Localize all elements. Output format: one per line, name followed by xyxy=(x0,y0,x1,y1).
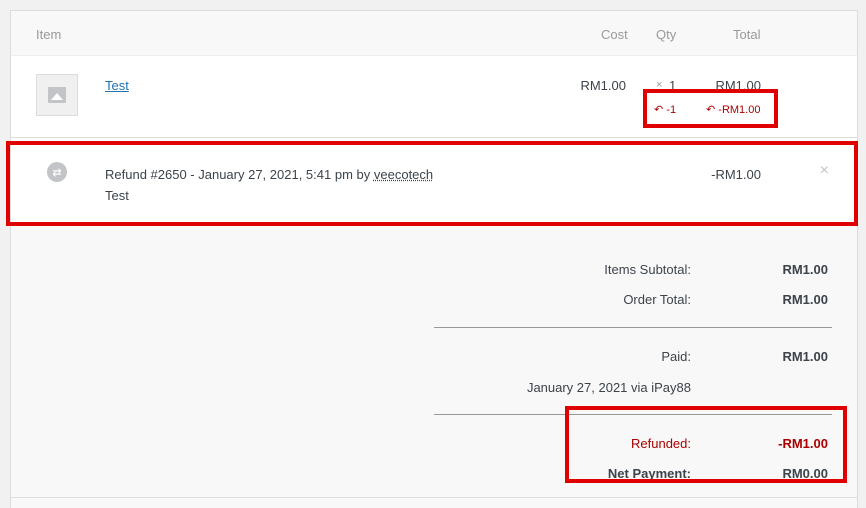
undo-arrow-icon: ↶ xyxy=(654,104,664,116)
order-totals: Items Subtotal: RM1.00 Order Total: RM1.… xyxy=(11,223,857,497)
refund-amount: -RM1.00 xyxy=(711,167,761,182)
items-table-header: Item Cost Qty Total xyxy=(11,11,857,56)
refunded-value: -RM1.00 xyxy=(778,436,828,451)
refund-title-prefix: Refund #2650 - January 27, 2021, 5:41 pm… xyxy=(105,167,371,182)
refunded-qty: ↶ -1 xyxy=(654,103,676,116)
panel-bottom-divider xyxy=(11,497,857,498)
refund-author: veecotech xyxy=(373,167,434,182)
image-placeholder-icon xyxy=(36,74,78,116)
qty-multiply-symbol: × xyxy=(656,79,663,91)
refund-icon: ⇄ xyxy=(47,162,67,182)
paid-note: January 27, 2021 via iPay88 xyxy=(526,380,691,395)
undo-arrow-icon: ↶ xyxy=(706,104,716,116)
items-subtotal-value: RM1.00 xyxy=(782,262,828,277)
paid-value: RM1.00 xyxy=(782,349,828,364)
line-item-row: Test RM1.00 × 1 RM1.00 ↶ -1 ↶ -RM1.00 xyxy=(11,56,857,138)
refunded-qty-value: -1 xyxy=(666,104,677,116)
totals-divider xyxy=(434,327,832,328)
refunded-label: Refunded: xyxy=(631,436,691,451)
delete-refund-icon[interactable]: × xyxy=(820,162,829,180)
refunded-total: ↶ -RM1.00 xyxy=(706,103,760,116)
net-payment-value: RM0.00 xyxy=(782,466,828,481)
order-total-label: Order Total: xyxy=(623,292,691,307)
items-subtotal-label: Items Subtotal: xyxy=(604,262,691,277)
item-total: RM1.00 xyxy=(715,78,761,93)
order-items-panel: Item Cost Qty Total Test RM1.00 × 1 RM1.… xyxy=(10,10,858,508)
refund-row: ⇄ Refund #2650 - January 27, 2021, 5:41 … xyxy=(11,138,857,223)
refund-title: Refund #2650 - January 27, 2021, 5:41 pm… xyxy=(105,167,433,182)
order-total-value: RM1.00 xyxy=(782,292,828,307)
header-item: Item xyxy=(36,27,62,42)
paid-label: Paid: xyxy=(661,349,691,364)
refunded-total-value: -RM1.00 xyxy=(718,104,761,116)
header-total: Total xyxy=(733,27,761,42)
item-qty: 1 xyxy=(669,78,677,93)
item-cost: RM1.00 xyxy=(580,78,626,93)
header-cost: Cost xyxy=(601,27,628,42)
refund-note: Test xyxy=(105,188,129,203)
net-payment-label: Net Payment: xyxy=(607,466,691,481)
header-qty: Qty xyxy=(656,27,677,42)
item-name-link[interactable]: Test xyxy=(105,78,129,93)
totals-divider xyxy=(434,414,832,415)
